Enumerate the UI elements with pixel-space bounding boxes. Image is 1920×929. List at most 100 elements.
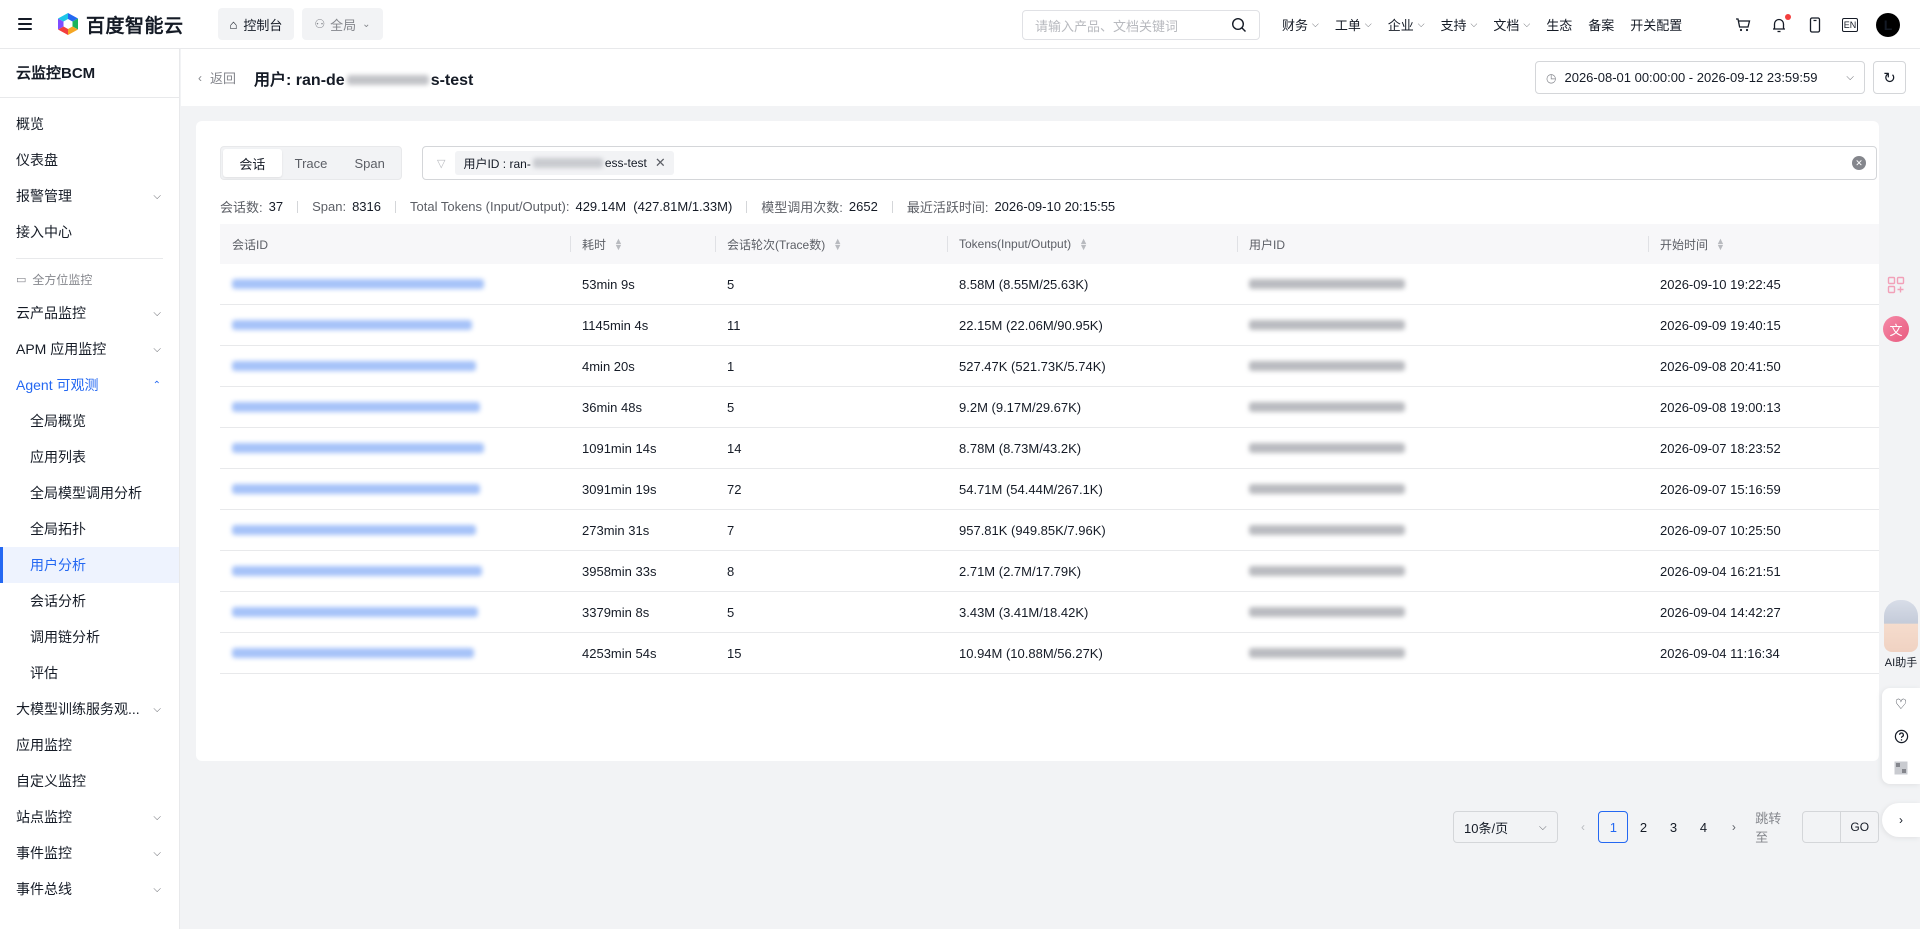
help-icon[interactable] [1882,720,1920,752]
menu-enterprise[interactable]: 企业 ⌵ [1388,15,1425,34]
cell-session-id[interactable] [220,482,570,497]
filter-bar[interactable]: ▽ 用户ID : ran-ess-test ✕ ✕ [422,146,1877,180]
column-duration[interactable]: 耗时 ▲ ▼ [570,224,715,264]
sidebar-item-apm[interactable]: APM 应用监控 ⌵ [0,331,179,367]
mobile-icon[interactable] [1806,16,1824,34]
cell-session-id[interactable] [220,318,570,333]
sidebar-subitem-session-analysis[interactable]: 会话分析 [0,583,179,619]
sort-icon[interactable]: ▲ ▼ [833,237,842,252]
cell-session-id[interactable] [220,605,570,620]
cell-session-id[interactable] [220,441,570,456]
cell-session-id[interactable] [220,523,570,538]
language-icon[interactable]: EN [1842,17,1858,32]
session-id-link[interactable] [232,647,474,658]
tab-span[interactable]: Span [340,149,399,177]
session-id-link[interactable] [232,319,472,330]
session-id-link[interactable] [232,483,480,494]
grid-icon[interactable] [1885,274,1907,296]
menu-finance[interactable]: 财务 ⌵ [1282,15,1319,34]
cell-session-id[interactable] [220,359,570,374]
console-button[interactable]: ⌂ 控制台 [217,8,295,40]
jump-page-input[interactable] [1801,811,1842,843]
back-button[interactable]: ‹ 返回 [198,68,236,87]
menu-support[interactable]: 支持 ⌵ [1441,15,1478,34]
sidebar-subitem-model-call[interactable]: 全局模型调用分析 [0,475,179,511]
session-id-link[interactable] [232,524,476,535]
session-id-link[interactable] [232,401,480,412]
home-icon: ⌂ [229,16,238,32]
logo[interactable]: 百度智能云 [56,11,184,38]
go-button[interactable]: GO [1841,811,1880,843]
clear-icon[interactable]: ✕ [1852,156,1866,170]
column-turns[interactable]: 会话轮次(Trace数) ▲ ▼ [715,224,947,264]
column-tokens[interactable]: Tokens(Input/Output) ▲ ▼ [947,224,1237,264]
menu-filing[interactable]: 备案 [1588,15,1614,34]
sidebar-subitem-user-analysis[interactable]: 用户分析 [0,547,179,583]
cell-session-id[interactable] [220,277,570,292]
bell-icon[interactable] [1770,13,1791,34]
sidebar-item-custom-monitor[interactable]: 自定义监控 [0,763,179,799]
session-id-link[interactable] [232,606,478,617]
heart-icon[interactable]: ♡ [1882,688,1920,720]
session-id-link[interactable] [232,360,476,371]
page-3[interactable]: 3 [1658,811,1688,843]
sidebar-item-cloud-product[interactable]: 云产品监控 ⌵ [0,295,179,331]
session-id-link[interactable] [232,565,482,576]
sidebar-subitem-topology[interactable]: 全局拓扑 [0,511,179,547]
sort-icon[interactable]: ▲ ▼ [1079,237,1088,252]
date-range-picker[interactable]: ◷ 2026-08-01 00:00:00 - 2026-09-12 23:59… [1535,61,1865,94]
cart-icon[interactable] [1734,16,1752,34]
tab-trace[interactable]: Trace [282,149,341,177]
expand-panel-button[interactable]: › [1882,803,1920,837]
page-2[interactable]: 2 [1628,811,1658,843]
cell-session-id[interactable] [220,646,570,661]
search-icon[interactable] [1231,17,1247,33]
page-title: 用户: ran-de s-test [254,66,473,90]
cell-session-id[interactable] [220,400,570,415]
sidebar-item-event-monitor[interactable]: 事件监控 ⌵ [0,835,179,871]
menu-ticket[interactable]: 工单 ⌵ [1335,15,1372,34]
table-body: 53min 9s 5 8.58M (8.55M/25.63K) 2026-09-10 … [220,264,1879,674]
sidebar-item-alarm[interactable]: 报警管理 ⌵ [0,178,179,214]
avatar[interactable]: L [1876,12,1900,37]
page-size-select[interactable]: 10条/页 ⌵ [1453,811,1558,843]
sidebar-subitem-trace-analysis[interactable]: 调用链分析 [0,619,179,655]
next-page-icon[interactable]: › [1725,820,1744,834]
menu-icon[interactable] [18,18,32,30]
ai-helper[interactable]: AI助手 [1882,600,1920,670]
menu-switch-config[interactable]: 开关配置 [1630,15,1682,34]
close-icon[interactable]: ✕ [655,155,666,171]
tab-session[interactable]: 会话 [223,149,282,177]
sort-icon[interactable]: ▲ ▼ [1716,237,1725,252]
cell-session-id[interactable] [220,564,570,579]
sidebar-subitem-global-overview[interactable]: 全局概览 [0,403,179,439]
sort-icon[interactable]: ▲ ▼ [614,237,623,252]
sidebar-item-app-monitor[interactable]: 应用监控 [0,727,179,763]
column-session-id: 会话ID [220,224,570,264]
menu-ecosystem[interactable]: 生态 [1546,15,1572,34]
sidebar-subitem-evaluation[interactable]: 评估 [0,655,179,691]
sidebar-item-event-bus[interactable]: 事件总线 ⌵ [0,871,179,907]
qrcode-icon[interactable] [1882,752,1920,784]
menu-docs[interactable]: 文档 ⌵ [1493,15,1530,34]
sidebar-item-dashboard[interactable]: 仪表盘 [0,142,179,178]
sidebar-item-overview[interactable]: 概览 [0,106,179,142]
session-id-link[interactable] [232,442,484,453]
column-start-time[interactable]: 开始时间 ▲ ▼ [1648,224,1879,264]
stat-label: 会话数: [220,200,263,215]
region-selector[interactable]: ⚇ 全局 ⌄ [302,8,383,40]
sidebar-subitem-app-list[interactable]: 应用列表 [0,439,179,475]
sidebar-item-site-monitor[interactable]: 站点监控 ⌵ [0,799,179,835]
sidebar-item-label: 应用监控 [16,737,72,753]
page-4[interactable]: 4 [1689,811,1719,843]
sidebar-item-agent[interactable]: Agent 可观测 ⌃ [0,367,179,403]
refresh-button[interactable]: ↻ [1873,61,1906,94]
search-input[interactable]: 请输入产品、文档关键词 [1022,10,1260,40]
sidebar-item-llm-training[interactable]: 大模型训练服务观... ⌵ [0,691,179,727]
page-1[interactable]: 1 [1598,811,1629,843]
chevron-down-icon: ⌵ [153,703,161,715]
translate-icon[interactable]: 文 [1883,316,1909,342]
sidebar-item-access[interactable]: 接入中心 [0,214,179,250]
session-id-link[interactable] [232,278,484,289]
prev-page-icon[interactable]: ‹ [1574,820,1593,834]
